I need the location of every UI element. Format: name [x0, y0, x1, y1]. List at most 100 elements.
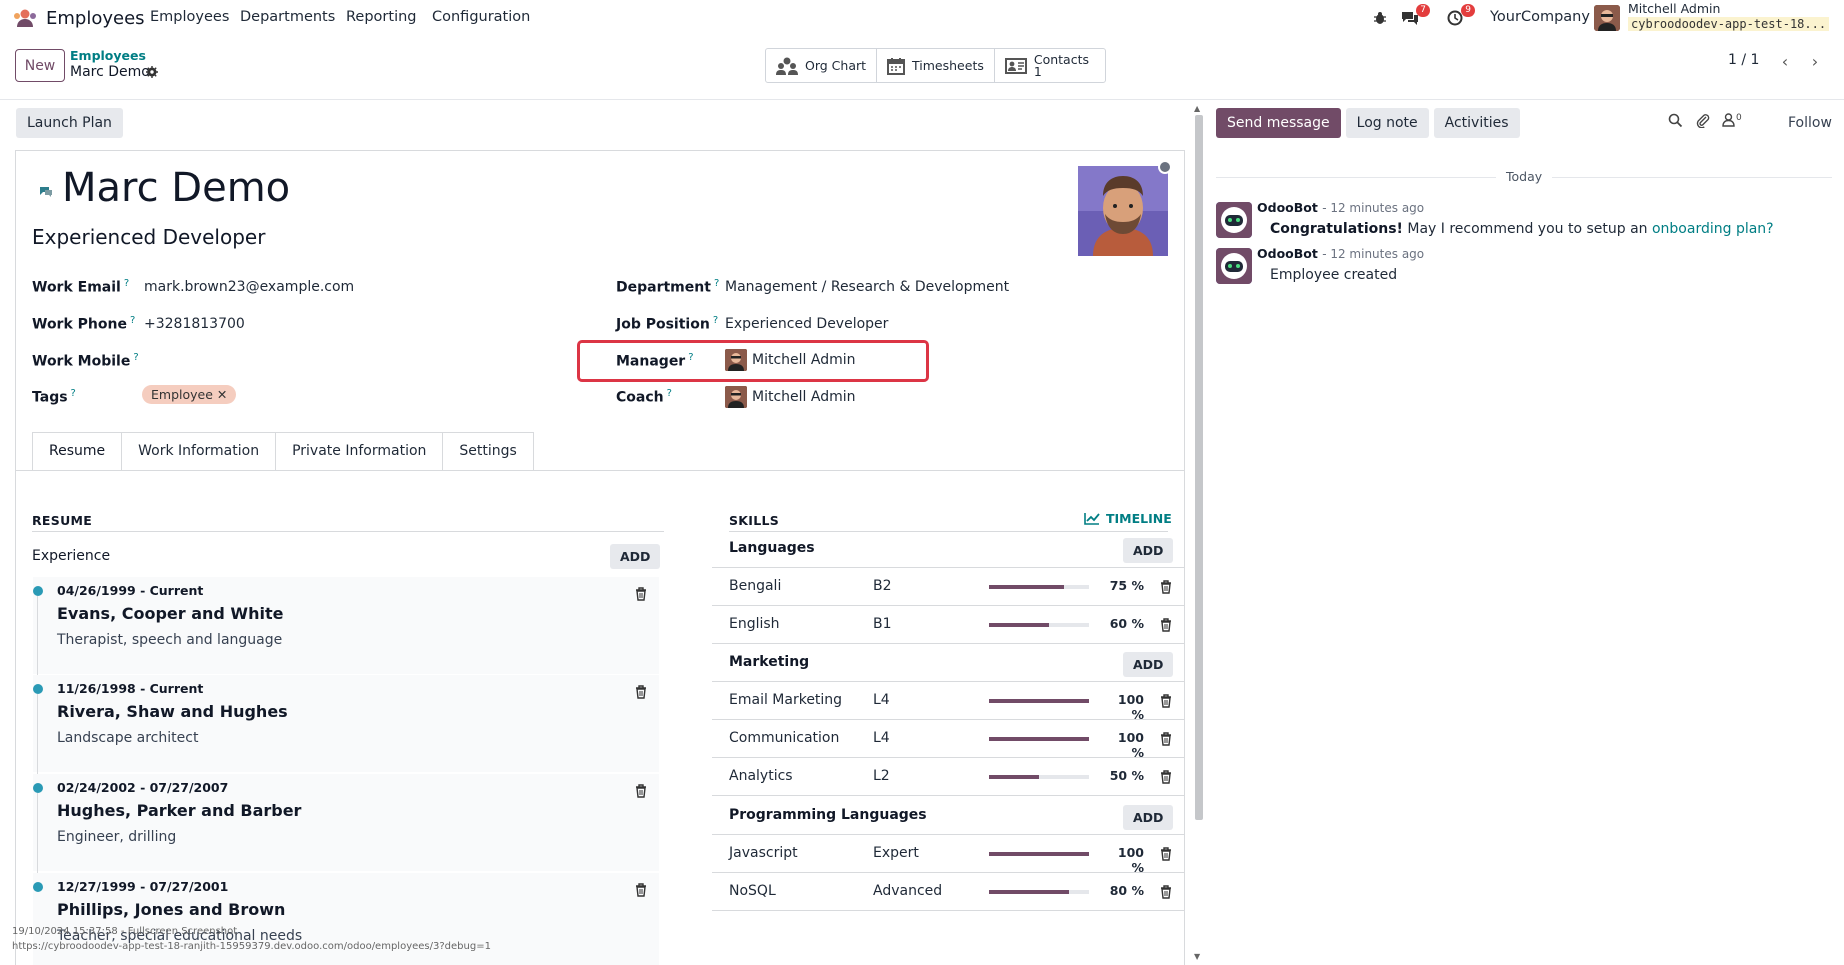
chat-bubble-icon[interactable] [38, 184, 54, 198]
coach-field[interactable]: Mitchell Admin [725, 386, 856, 408]
skill-row[interactable]: Javascript Expert 100 % [712, 835, 1184, 875]
pager-value[interactable]: 1 / 1 [1728, 52, 1759, 68]
resume-item[interactable]: 11/26/1998 - Current Rivera, Shaw and Hu… [33, 675, 659, 784]
pager-previous-icon[interactable]: ‹ [1773, 50, 1797, 72]
work-email-field[interactable]: mark.brown23@example.com [144, 279, 354, 295]
launch-plan-button[interactable]: Launch Plan [16, 108, 123, 138]
skill-row[interactable]: Analytics L2 50 % [712, 758, 1184, 796]
paperclip-icon[interactable] [1695, 112, 1710, 128]
contacts-button[interactable]: Contacts 1 [995, 49, 1105, 82]
add-experience-button[interactable]: ADD [610, 544, 661, 569]
pager-next-icon[interactable]: › [1803, 50, 1827, 72]
log-note-button[interactable]: Log note [1345, 108, 1429, 138]
skill-row[interactable]: Bengali B2 75 % [712, 568, 1184, 606]
tab-work-information[interactable]: Work Information [121, 432, 277, 471]
user-name[interactable]: Mitchell Admin [1628, 1, 1720, 16]
scroll-down-icon[interactable]: ▼ [1194, 952, 1200, 961]
timesheets-button[interactable]: Timesheets [877, 49, 995, 82]
odoobot-avatar[interactable] [1216, 202, 1252, 238]
trash-icon[interactable] [1160, 618, 1172, 632]
skill-row[interactable]: Email Marketing L4 100 % [712, 682, 1184, 722]
skill-row[interactable]: Communication L4 100 % [712, 720, 1184, 760]
followers-button[interactable]: 0 [1722, 113, 1742, 127]
trash-icon[interactable] [635, 784, 647, 798]
work-phone-field[interactable]: +3281813700 [144, 316, 245, 332]
form-scrollbar-thumb[interactable] [1195, 115, 1203, 820]
activities-button[interactable]: Activities [1433, 108, 1520, 138]
add-skill-button[interactable]: ADD [1123, 805, 1174, 830]
job-position-field[interactable]: Experienced Developer [725, 316, 888, 332]
employees-app-icon[interactable] [12, 8, 38, 28]
menu-departments[interactable]: Departments [240, 9, 335, 25]
gear-icon[interactable] [146, 66, 158, 78]
message-author[interactable]: OdooBot - 12 minutes ago [1257, 200, 1424, 215]
employee-tag[interactable]: Employee ✕ [142, 385, 237, 404]
skill-row[interactable]: NoSQL Advanced 80 % [712, 873, 1184, 911]
skill-percent: 100 % [1117, 845, 1144, 875]
menu-configuration[interactable]: Configuration [432, 9, 530, 25]
onboarding-plan-link[interactable]: onboarding plan? [1652, 221, 1774, 237]
chatter-actions: Send message Log note Activities [1216, 108, 1520, 138]
menu-employees[interactable]: Employees [150, 9, 229, 25]
trash-icon[interactable] [1160, 732, 1172, 746]
department-field[interactable]: Management / Research & Development [725, 279, 1009, 295]
tab-resume[interactable]: Resume [32, 432, 123, 471]
employee-job-title[interactable]: Experienced Developer [32, 225, 265, 249]
message-author[interactable]: OdooBot - 12 minutes ago [1257, 246, 1424, 261]
trash-icon[interactable] [635, 587, 647, 601]
timeline-dot [33, 586, 43, 596]
resume-item-date: 02/24/2002 - 07/27/2007 [57, 780, 229, 795]
odoobot-avatar[interactable] [1216, 248, 1252, 284]
skill-progress-bar [989, 852, 1089, 856]
timesheets-label: Timesheets [912, 58, 984, 73]
trash-icon[interactable] [635, 883, 647, 897]
trash-icon[interactable] [1160, 885, 1172, 899]
trash-icon[interactable] [1160, 694, 1172, 708]
skill-name: Communication [729, 730, 840, 746]
add-skill-button[interactable]: ADD [1123, 538, 1174, 563]
breadcrumb-parent[interactable]: Employees [70, 48, 146, 63]
activities-clock-icon[interactable]: 9 [1443, 4, 1475, 30]
skill-progress-bar [989, 585, 1089, 589]
work-email-label: Work Email? [32, 278, 130, 296]
resume-item[interactable]: 04/26/1999 - Current Evans, Cooper and W… [33, 577, 659, 686]
messages-chat-icon[interactable]: 7 [1398, 4, 1430, 30]
follow-button[interactable]: Follow [1788, 115, 1832, 131]
resume-item-date: 04/26/1999 - Current [57, 583, 204, 598]
resume-item[interactable]: 02/24/2002 - 07/27/2007 Hughes, Parker a… [33, 774, 659, 883]
skill-row[interactable]: English B1 60 % [712, 606, 1184, 644]
page-url: https://cybroodoodev-app-test-18-ranjith… [12, 941, 491, 952]
trash-icon[interactable] [1160, 580, 1172, 594]
user-avatar[interactable] [1594, 5, 1620, 31]
app-name[interactable]: Employees [46, 8, 145, 29]
skill-percent: 80 % [1109, 883, 1144, 898]
tag-remove-icon[interactable]: ✕ [217, 387, 227, 402]
tab-settings[interactable]: Settings [442, 432, 534, 471]
employee-name[interactable]: Marc Demo [62, 165, 290, 211]
employee-photo[interactable] [1078, 166, 1168, 256]
tags-label: Tags? [32, 388, 76, 406]
new-button[interactable]: New [15, 49, 65, 82]
company-switcher[interactable]: YourCompany [1490, 9, 1590, 25]
tab-private-information[interactable]: Private Information [275, 432, 444, 471]
manager-highlight-box [577, 340, 929, 382]
skill-name: NoSQL [729, 883, 776, 899]
add-skill-button[interactable]: ADD [1123, 652, 1174, 677]
search-icon[interactable] [1668, 113, 1683, 128]
org-chart-label: Org Chart [805, 58, 867, 73]
send-message-button[interactable]: Send message [1216, 108, 1341, 138]
trash-icon[interactable] [1160, 770, 1172, 784]
trash-icon[interactable] [1160, 847, 1172, 861]
lock-user-icon [1722, 113, 1735, 127]
trash-icon[interactable] [635, 685, 647, 699]
debug-bug-icon[interactable] [1368, 6, 1392, 30]
timeline-button[interactable]: TIMELINE [1084, 511, 1172, 526]
message-body: Congratulations! May I recommend you to … [1270, 221, 1774, 237]
org-chart-button[interactable]: Org Chart [766, 49, 878, 82]
skill-percent: 50 % [1109, 768, 1144, 783]
scroll-up-icon[interactable]: ▲ [1194, 104, 1200, 113]
chatter-icons: 0 [1668, 112, 1742, 128]
work-mobile-field[interactable] [144, 352, 544, 372]
menu-reporting[interactable]: Reporting [346, 9, 417, 25]
skill-progress-bar [989, 737, 1089, 741]
